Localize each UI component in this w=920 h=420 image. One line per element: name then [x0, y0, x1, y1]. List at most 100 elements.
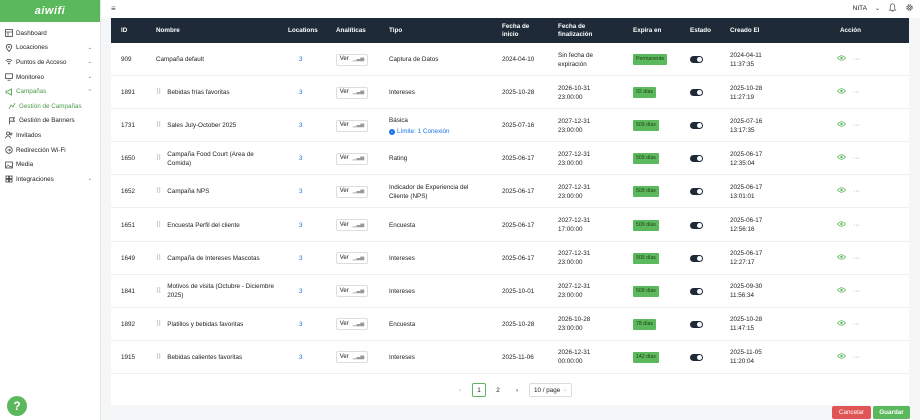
view-analytics-button[interactable]: Ver ▁▃▅: [336, 53, 368, 66]
locations-count[interactable]: 3: [299, 221, 303, 230]
locations-count[interactable]: 3: [299, 121, 303, 130]
eye-icon[interactable]: [836, 88, 847, 97]
drag-handle-icon[interactable]: ⠇⠇: [156, 353, 163, 362]
status-toggle[interactable]: [690, 221, 703, 229]
locations-link[interactable]: 3: [299, 43, 303, 76]
locations-count[interactable]: 3: [299, 320, 303, 329]
logo[interactable]: aiwifi: [0, 0, 100, 22]
locations-link[interactable]: 3: [299, 109, 303, 142]
eye-icon[interactable]: [836, 154, 847, 163]
sidebar-item-campanas[interactable]: Campañas ⌃: [0, 84, 100, 99]
status-toggle[interactable]: [690, 89, 703, 97]
locations-link[interactable]: 3: [299, 208, 303, 241]
status-toggle[interactable]: [690, 122, 703, 130]
more-options-icon[interactable]: ···: [853, 221, 860, 230]
user-name[interactable]: NITA: [853, 5, 867, 12]
sidebar-item-media[interactable]: Media: [0, 157, 100, 172]
more-options-icon[interactable]: ···: [853, 187, 860, 196]
sidebar-item-gestion-de-banners[interactable]: Gestión de Banners: [0, 114, 100, 129]
locations-count[interactable]: 3: [299, 88, 303, 97]
col-type[interactable]: Tipo: [389, 18, 402, 43]
drag-handle-icon[interactable]: ⠇⠇: [156, 154, 163, 163]
view-analytics-button[interactable]: Ver ▁▃▅: [336, 318, 368, 331]
sidebar-item-puntos-de-acceso[interactable]: Puntos de Acceso ⌄: [0, 55, 100, 70]
table-row[interactable]: 1915 ⠇⠇ Bebidas calientes favoritas 3 Ver ▁▃▅…: [111, 341, 909, 374]
col-created[interactable]: Creado El: [730, 18, 759, 43]
page-1-button[interactable]: 1: [472, 383, 486, 397]
sidebar-item-integraciones[interactable]: Integraciones ⌄: [0, 172, 100, 187]
more-options-icon[interactable]: ···: [853, 254, 860, 263]
col-id[interactable]: ID: [121, 18, 127, 43]
col-locations[interactable]: Locations: [288, 18, 318, 43]
locations-link[interactable]: 3: [299, 76, 303, 109]
more-options-icon[interactable]: ···: [853, 287, 860, 296]
table-row[interactable]: 1841 ⠇⠇ Motivos de visita (Octubre - Dicie…: [111, 275, 909, 308]
drag-handle-icon[interactable]: ⠇⠇: [156, 187, 163, 196]
drag-handle-icon[interactable]: ⠇⠇: [156, 254, 163, 263]
view-analytics-button[interactable]: Ver ▁▃▅: [336, 86, 368, 99]
locations-count[interactable]: 3: [299, 287, 303, 296]
view-analytics-button[interactable]: Ver ▁▃▅: [336, 219, 368, 232]
locations-count[interactable]: 3: [299, 55, 303, 64]
more-options-icon[interactable]: ···: [853, 121, 860, 130]
locations-count[interactable]: 3: [299, 187, 303, 196]
table-row[interactable]: 1650 ⠇⠇ Campaña Food Court (Area de Comida…: [111, 142, 909, 176]
table-row[interactable]: 1651 ⠇⠇ Encuesta Perfil del cliente 3 Ver ▁▃▅…: [111, 208, 909, 242]
sidebar-item-dashboard[interactable]: Dashboard: [0, 26, 100, 41]
eye-icon[interactable]: [836, 187, 847, 196]
gear-icon[interactable]: [905, 3, 914, 14]
sidebar-item-monitoreo[interactable]: Monitoreo ⌄: [0, 70, 100, 85]
view-analytics-button[interactable]: Ver ▁▃▅: [336, 152, 368, 165]
more-options-icon[interactable]: ···: [853, 88, 860, 97]
table-row[interactable]: 1649 ⠇⠇ Campaña de Intereses Mascotas 3 Ver ▁…: [111, 242, 909, 275]
col-end-date[interactable]: Fecha de finalización: [558, 18, 608, 43]
col-name[interactable]: Nombre: [156, 18, 180, 43]
sidebar-item-redireccion-wi-fi[interactable]: Redirección Wi-Fi: [0, 143, 100, 158]
page-2-button[interactable]: 2: [491, 383, 505, 397]
next-page-icon[interactable]: ›: [510, 383, 524, 397]
drag-handle-icon[interactable]: ⠇⠇: [156, 221, 163, 230]
status-toggle[interactable]: [690, 320, 703, 328]
drag-handle-icon[interactable]: ⠇⠇: [156, 287, 163, 296]
col-status[interactable]: Estado: [690, 18, 711, 43]
eye-icon[interactable]: [836, 253, 847, 263]
eye-icon[interactable]: [836, 121, 847, 130]
menu-toggle-icon[interactable]: ≡: [111, 4, 116, 13]
view-analytics-button[interactable]: Ver ▁▃▅: [336, 285, 368, 298]
locations-link[interactable]: 3: [299, 308, 303, 341]
locations-count[interactable]: 3: [299, 154, 303, 163]
col-expires[interactable]: Expira en: [633, 18, 661, 43]
view-analytics-button[interactable]: Ver ▁▃▅: [336, 185, 368, 198]
eye-icon[interactable]: [836, 320, 847, 329]
table-row[interactable]: 1892 ⠇⠇ Platillos y bebidas favoritas 3 Ver ▁…: [111, 308, 909, 341]
locations-link[interactable]: 3: [299, 242, 303, 275]
more-options-icon[interactable]: ···: [853, 55, 860, 64]
drag-handle-icon[interactable]: ⠇⠇: [156, 88, 163, 97]
more-options-icon[interactable]: ···: [853, 320, 860, 329]
status-toggle[interactable]: [690, 287, 703, 295]
view-analytics-button[interactable]: Ver ▁▃▅: [336, 252, 368, 265]
col-start-date[interactable]: Fecha de inicio: [502, 18, 542, 43]
save-button[interactable]: Guardar: [873, 406, 910, 419]
bell-icon[interactable]: [888, 3, 897, 14]
locations-link[interactable]: 3: [299, 341, 303, 374]
col-analytics[interactable]: Analíticas: [336, 18, 366, 43]
drag-handle-icon[interactable]: ⠇⠇: [156, 121, 163, 130]
table-row[interactable]: 1891 ⠇⠇ Bebidas frías favoritas 3 Ver ▁▃▅ Inte…: [111, 76, 909, 110]
view-analytics-button[interactable]: Ver ▁▃▅: [336, 351, 368, 364]
eye-icon[interactable]: [836, 220, 847, 230]
view-analytics-button[interactable]: Ver ▁▃▅: [336, 119, 368, 132]
locations-count[interactable]: 3: [299, 254, 303, 263]
page-size-select[interactable]: 10 / page ⌄: [529, 383, 572, 397]
status-toggle[interactable]: [690, 155, 703, 163]
eye-icon[interactable]: [836, 287, 847, 296]
drag-handle-icon[interactable]: ⠇⠇: [156, 320, 163, 329]
chevron-down-icon[interactable]: ⌄: [875, 5, 880, 12]
status-toggle[interactable]: [690, 56, 703, 64]
more-options-icon[interactable]: ···: [853, 353, 860, 362]
cancel-button[interactable]: Cancelar: [832, 406, 871, 419]
connection-limit-link[interactable]: i Límite: 1 Conexión: [389, 127, 450, 136]
sidebar-item-invitados[interactable]: Invitados: [0, 128, 100, 143]
locations-link[interactable]: 3: [299, 175, 303, 208]
status-toggle[interactable]: [690, 188, 703, 196]
